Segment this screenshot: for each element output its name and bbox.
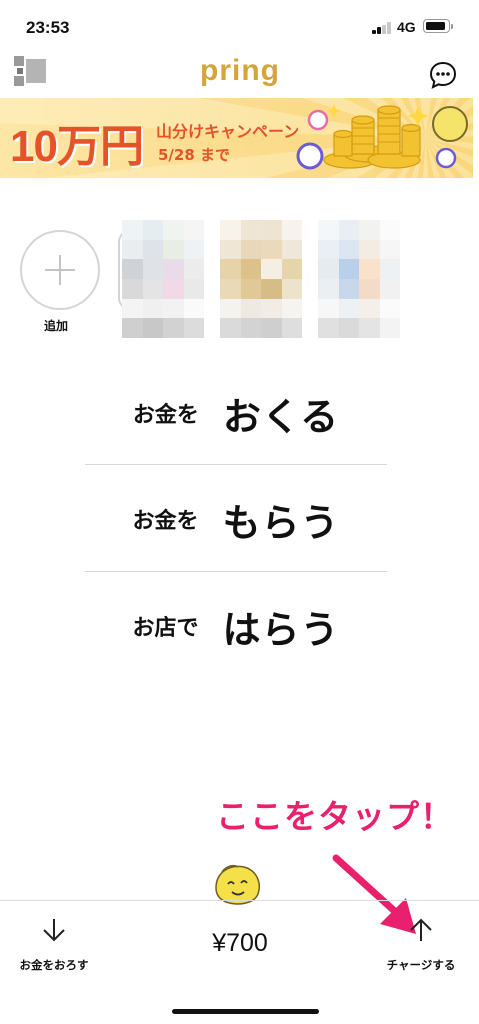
action-prefix: お店で [132, 616, 199, 641]
qr-code-icon[interactable] [14, 56, 48, 86]
arrow-up-icon [410, 918, 432, 941]
plus-icon[interactable] [20, 230, 100, 310]
withdraw-button[interactable]: お金をおろす [8, 917, 100, 977]
action-prefix: お金を [132, 403, 199, 428]
signal-icon [372, 22, 392, 34]
action-label: もらう [222, 500, 340, 545]
send-money-button[interactable]: お金を おくる [85, 360, 387, 466]
action-label: おくる [222, 394, 340, 439]
charge-button[interactable]: チャージする [376, 917, 466, 977]
home-indicator[interactable] [172, 1009, 319, 1014]
app-logo: pring [200, 54, 280, 87]
bottom-bar: お金をおろす ¥700 チャージする [0, 901, 479, 991]
campaign-banner[interactable]: 10万円 山分けキャンペーン 5/28 まで [0, 98, 473, 178]
action-prefix: お金を [132, 509, 199, 534]
contact-avatar[interactable] [318, 220, 400, 338]
action-label: はらう [222, 607, 340, 652]
chat-bubble-icon[interactable] [428, 60, 458, 90]
tap-here-annotation: ここをタップ！ [216, 797, 454, 836]
pay-at-store-button[interactable]: お店で はらう [85, 573, 387, 679]
withdraw-label: お金をおろす [19, 958, 89, 972]
banner-amount: 10万円 [10, 122, 144, 171]
banner-date: 5/28 まで [158, 146, 231, 164]
status-time: 23:53 [26, 18, 70, 37]
status-bar: 23:53 4G [0, 0, 479, 50]
contacts-row: 追加 [0, 220, 479, 345]
contact-avatar[interactable] [220, 220, 302, 338]
battery-icon [423, 19, 453, 33]
arrow-down-icon [43, 919, 65, 942]
divider [85, 571, 387, 572]
contact-avatar[interactable] [122, 220, 204, 338]
charge-label: チャージする [386, 958, 456, 972]
divider [85, 464, 387, 465]
add-contact-label: 追加 [44, 319, 69, 333]
receive-money-button[interactable]: お金を もらう [85, 466, 387, 572]
network-type: 4G [397, 19, 416, 35]
balance-amount: ¥700 [212, 929, 268, 957]
coin-pile-icon [296, 104, 468, 170]
banner-campaign-title: 山分けキャンペーン [156, 122, 300, 141]
